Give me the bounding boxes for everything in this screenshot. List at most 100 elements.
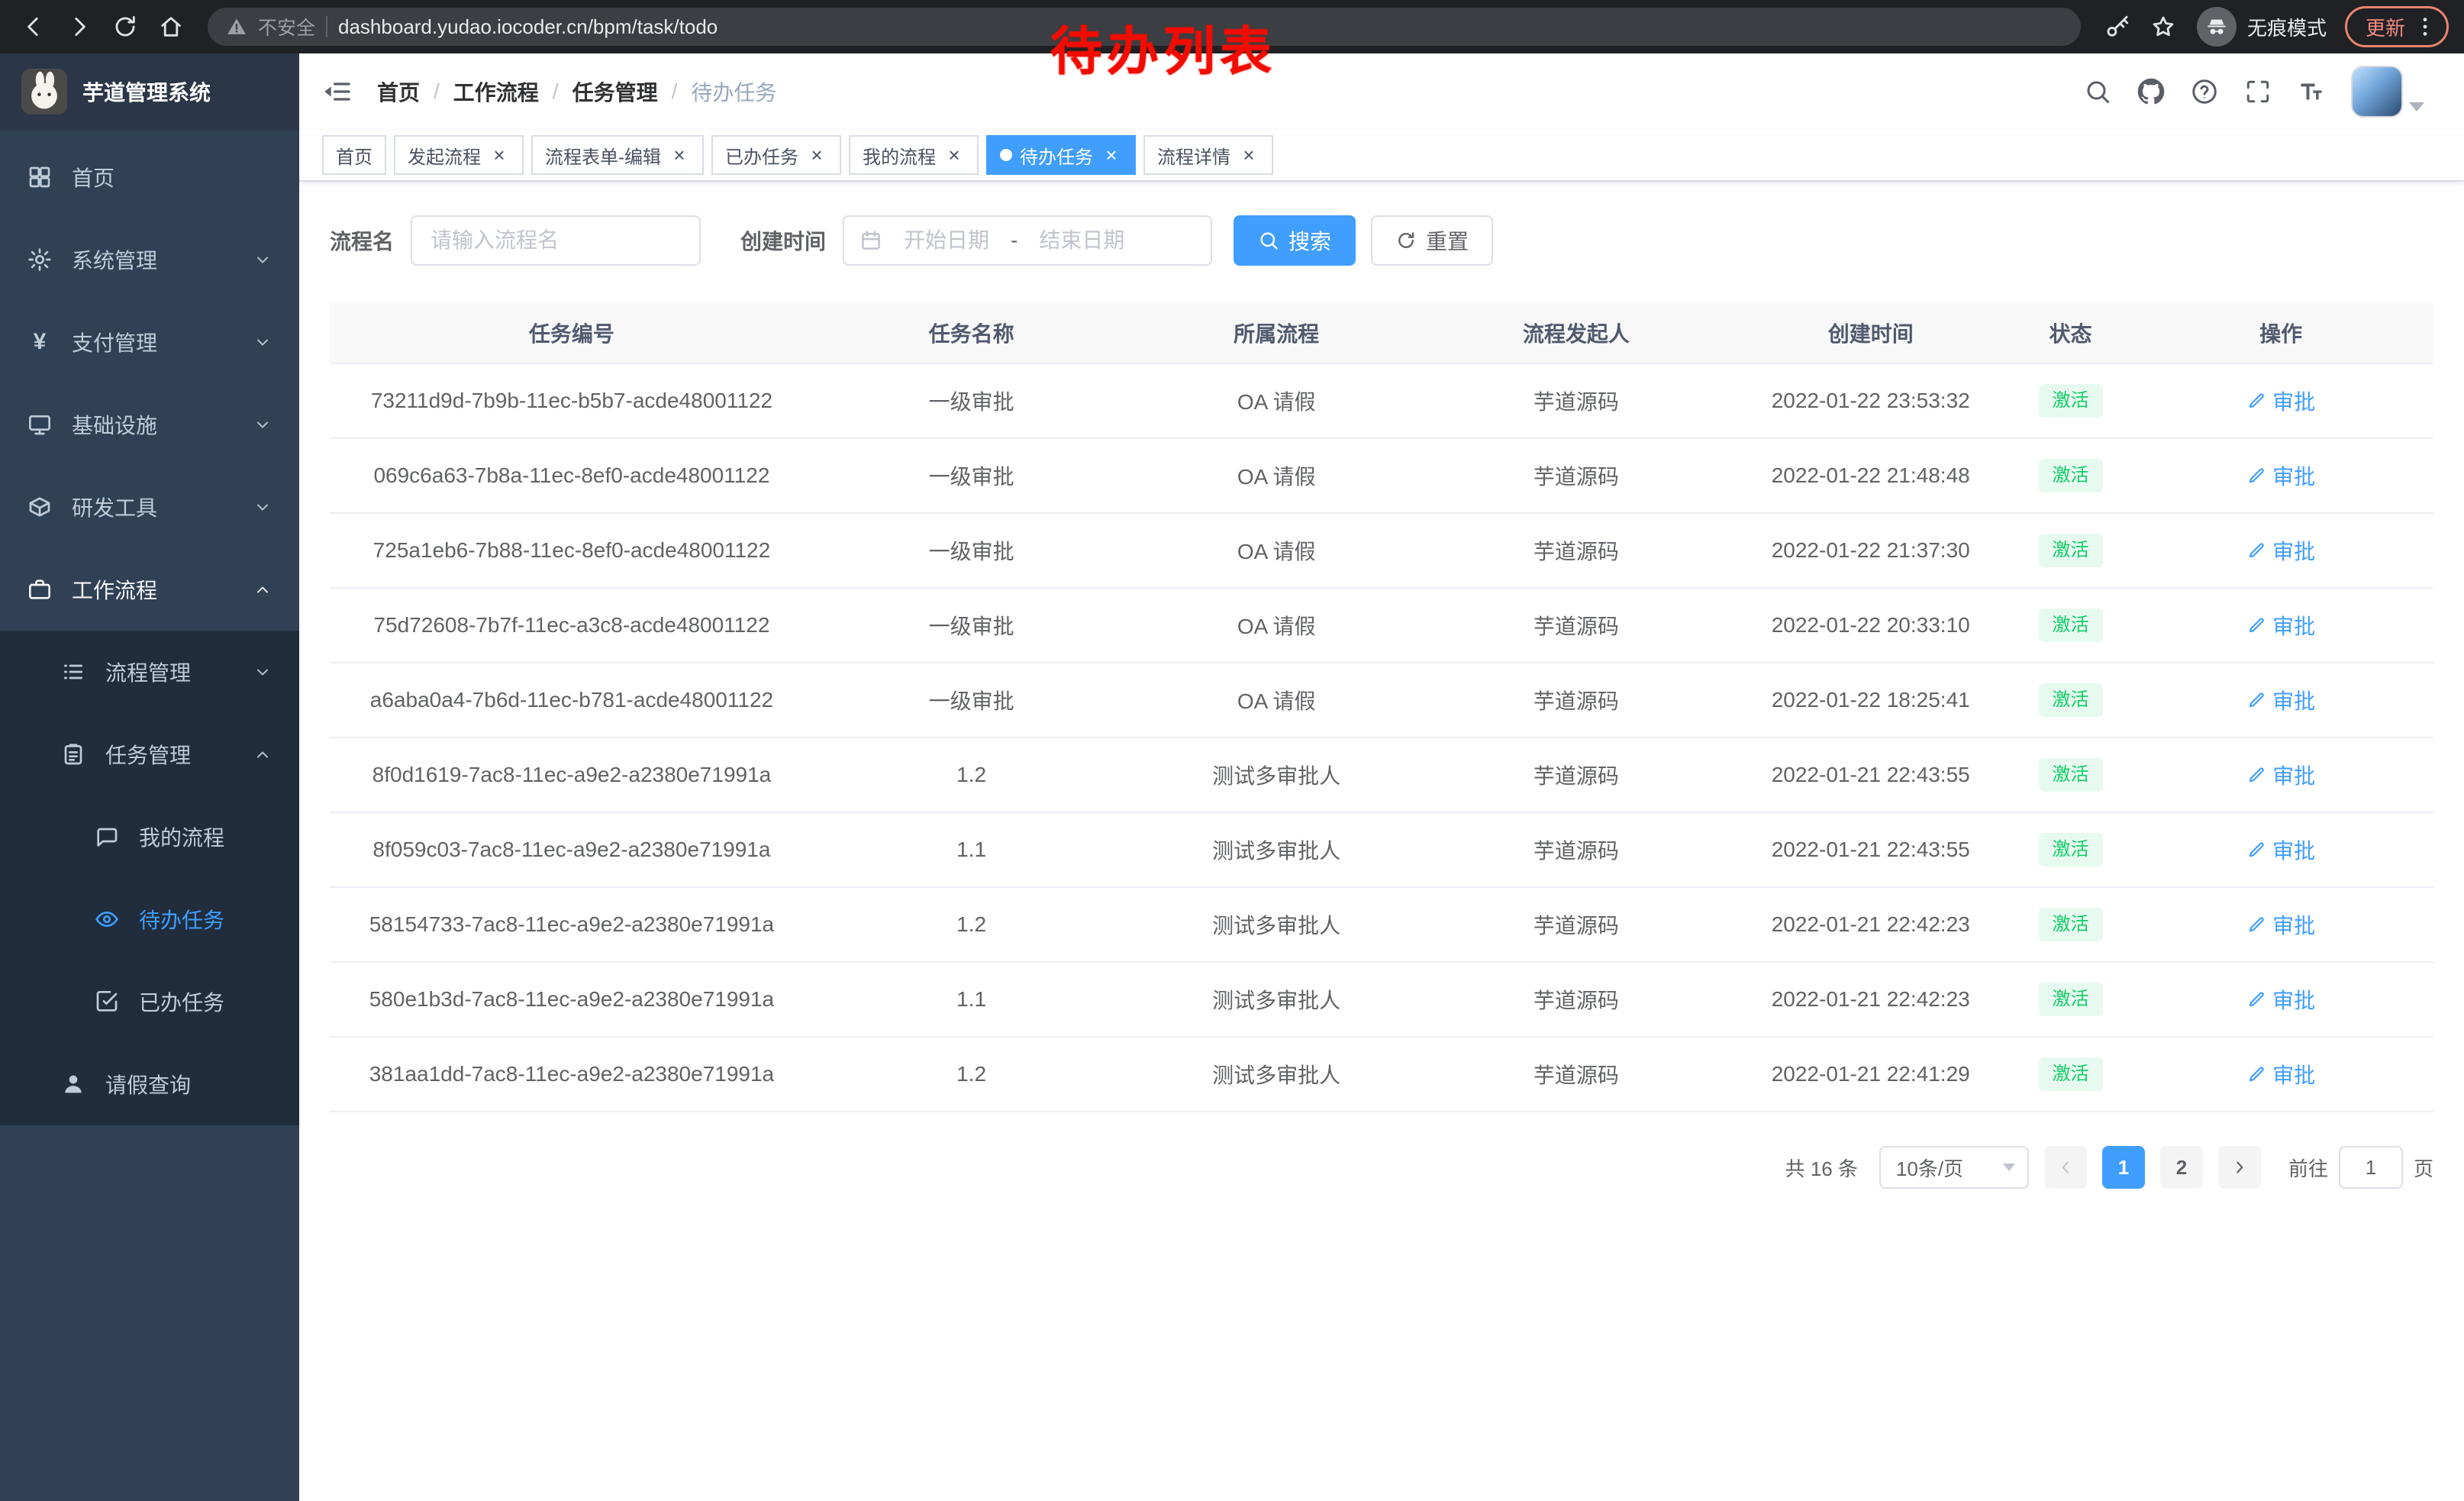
sidebar-item-label: 任务管理 xyxy=(105,739,191,770)
sidebar-item-payment[interactable]: ¥ 支付管理 xyxy=(0,301,299,383)
sidebar-item-my-process[interactable]: 我的流程 xyxy=(0,796,299,878)
app-logo[interactable]: 芋道管理系统 xyxy=(0,53,299,130)
home-button[interactable] xyxy=(150,5,192,48)
refresh-button[interactable] xyxy=(104,5,147,48)
list-icon xyxy=(61,660,85,684)
search-icon[interactable] xyxy=(2084,78,2111,105)
cell-action: 审批 xyxy=(2128,962,2433,1037)
star-icon xyxy=(2150,14,2176,40)
close-icon[interactable]: × xyxy=(669,144,690,166)
start-date-input[interactable] xyxy=(889,228,1005,253)
edit-icon xyxy=(2246,391,2266,411)
cell-action: 审批 xyxy=(2128,588,2433,663)
tab-process-form-edit[interactable]: 流程表单-编辑× xyxy=(531,135,704,175)
password-key-icon[interactable] xyxy=(2096,5,2139,48)
sidebar-collapse-button[interactable] xyxy=(322,76,353,107)
cell-task-name: 1.1 xyxy=(814,962,1129,1037)
search-button[interactable]: 搜索 xyxy=(1234,215,1356,266)
github-icon[interactable] xyxy=(2137,78,2165,105)
page-1-button[interactable]: 1 xyxy=(2102,1146,2145,1189)
date-range-picker[interactable]: - xyxy=(843,215,1212,266)
cell-create-time: 2022-01-21 22:42:23 xyxy=(1729,887,2013,962)
approve-link[interactable]: 审批 xyxy=(2246,386,2315,416)
prev-page-button[interactable] xyxy=(2044,1146,2087,1189)
cell-create-time: 2022-01-22 21:48:48 xyxy=(1729,438,2013,513)
breadcrumb-task-mgmt[interactable]: 任务管理 xyxy=(572,76,658,107)
table-row: a6aba0a4-7b6d-11ec-b781-acde48001122 一级审… xyxy=(330,663,2433,738)
approve-label: 审批 xyxy=(2272,909,2315,940)
next-page-button[interactable] xyxy=(2218,1146,2261,1189)
user-menu[interactable] xyxy=(2351,66,2424,118)
approve-label: 审批 xyxy=(2272,610,2315,641)
tab-my-process[interactable]: 我的流程× xyxy=(849,135,979,175)
tab-process-detail[interactable]: 流程详情× xyxy=(1143,135,1273,175)
sidebar-item-leave-query[interactable]: 请假查询 xyxy=(0,1043,299,1125)
goto-page: 前往 页 xyxy=(2288,1146,2433,1189)
address-bar[interactable]: 不安全 dashboard.yudao.iocoder.cn/bpm/task/… xyxy=(208,8,2081,46)
cell-task-name: 1.1 xyxy=(814,812,1129,887)
approve-link[interactable]: 审批 xyxy=(2246,834,2315,865)
sidebar-item-workflow[interactable]: 工作流程 xyxy=(0,548,299,631)
cell-process: OA 请假 xyxy=(1129,513,1424,588)
gear-icon xyxy=(27,247,52,272)
monitor-icon xyxy=(27,412,52,437)
cell-status: 激活 xyxy=(2013,1037,2129,1112)
close-icon[interactable]: × xyxy=(806,144,827,166)
refresh-icon xyxy=(112,14,138,40)
back-button[interactable] xyxy=(12,5,55,48)
approve-link[interactable]: 审批 xyxy=(2246,685,2315,715)
approve-link[interactable]: 审批 xyxy=(2246,535,2315,566)
bookmark-star-button[interactable] xyxy=(2142,5,2185,48)
sidebar-item-process-mgmt[interactable]: 流程管理 xyxy=(0,631,299,713)
process-name-input[interactable] xyxy=(411,215,701,266)
cell-action: 审批 xyxy=(2128,1037,2433,1112)
update-button[interactable]: 更新 xyxy=(2345,6,2449,47)
sidebar-item-todo-task[interactable]: 待办任务 xyxy=(0,878,299,960)
edit-icon xyxy=(2246,541,2266,560)
approve-link[interactable]: 审批 xyxy=(2246,610,2315,641)
cell-action: 审批 xyxy=(2128,738,2433,812)
approve-link[interactable]: 审批 xyxy=(2246,460,2315,491)
date-range-separator: - xyxy=(1011,228,1018,253)
approve-link[interactable]: 审批 xyxy=(2246,1059,2315,1089)
check-square-icon xyxy=(95,989,119,1014)
close-icon[interactable]: × xyxy=(1238,144,1259,166)
table-row: 8f059c03-7ac8-11ec-a9e2-a2380e71991a 1.1… xyxy=(330,812,2433,887)
approve-link[interactable]: 审批 xyxy=(2246,984,2315,1015)
forward-button[interactable] xyxy=(58,5,101,48)
browser-menu-icon[interactable] xyxy=(2413,15,2437,39)
tab-start-process[interactable]: 发起流程× xyxy=(394,135,524,175)
tab-home[interactable]: 首页 xyxy=(322,135,386,175)
caret-down-icon xyxy=(2409,102,2424,111)
breadcrumb-workflow[interactable]: 工作流程 xyxy=(453,76,539,107)
avatar[interactable] xyxy=(2351,66,2403,118)
page-size-select[interactable]: 10条/页 xyxy=(1879,1146,2029,1189)
sidebar-item-system[interactable]: 系统管理 xyxy=(0,218,299,301)
security-warning-icon[interactable] xyxy=(226,16,247,37)
reset-button[interactable]: 重置 xyxy=(1371,215,1493,266)
breadcrumb-current: 待办任务 xyxy=(691,76,776,107)
close-icon[interactable]: × xyxy=(1101,144,1122,166)
calendar-icon xyxy=(859,229,882,252)
sidebar-item-task-mgmt[interactable]: 任务管理 xyxy=(0,713,299,796)
breadcrumb-home[interactable]: 首页 xyxy=(377,76,420,107)
sidebar-item-home[interactable]: 首页 xyxy=(0,136,299,218)
page-2-button[interactable]: 2 xyxy=(2160,1146,2203,1189)
close-icon[interactable]: × xyxy=(943,144,965,166)
goto-page-input[interactable] xyxy=(2339,1146,2403,1189)
help-icon[interactable] xyxy=(2191,78,2218,105)
tab-todo-tasks[interactable]: 待办任务× xyxy=(986,135,1136,175)
cell-process: 测试多审批人 xyxy=(1129,962,1424,1037)
sidebar-item-infra[interactable]: 基础设施 xyxy=(0,383,299,466)
sidebar-item-devtools[interactable]: 研发工具 xyxy=(0,466,299,548)
close-icon[interactable]: × xyxy=(489,144,510,166)
cell-action: 审批 xyxy=(2128,812,2433,887)
cell-status: 激活 xyxy=(2013,887,2129,962)
approve-link[interactable]: 审批 xyxy=(2246,909,2315,940)
fullscreen-icon[interactable] xyxy=(2244,78,2272,105)
sidebar-item-done-task[interactable]: 已办任务 xyxy=(0,960,299,1043)
end-date-input[interactable] xyxy=(1024,228,1140,253)
approve-link[interactable]: 审批 xyxy=(2246,760,2315,790)
tab-done-tasks[interactable]: 已办任务× xyxy=(711,135,841,175)
font-size-icon[interactable] xyxy=(2298,78,2325,105)
